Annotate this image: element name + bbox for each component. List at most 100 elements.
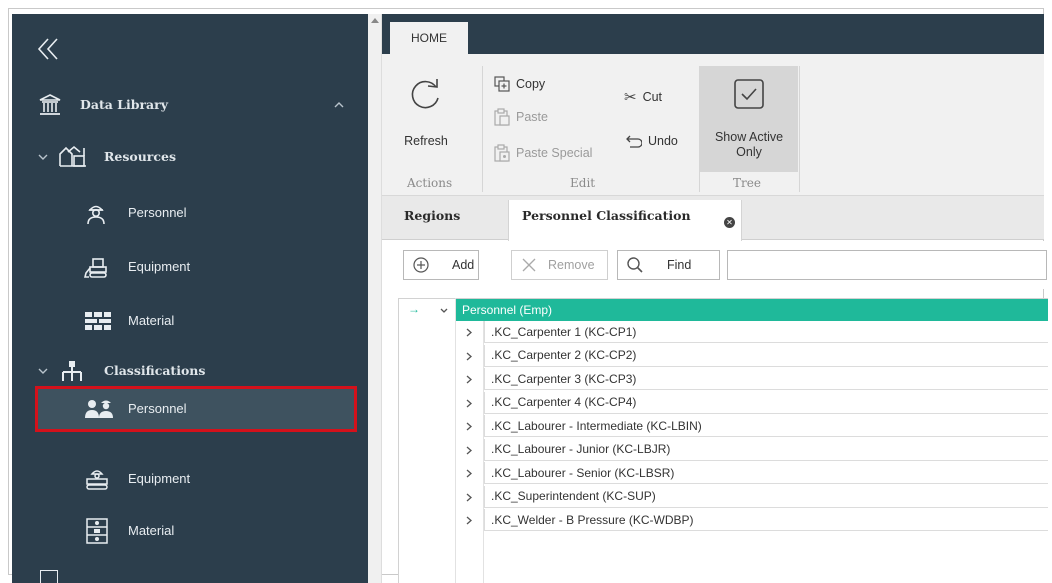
copy-label: Copy <box>516 77 546 91</box>
chevron-right-icon[interactable] <box>466 446 472 455</box>
tree-item-label: .KC_Superintendent (KC-SUP) <box>491 489 656 503</box>
tree-cell: .KC_Welder - B Pressure (KC-WDBP) <box>484 509 1048 531</box>
chevron-down-icon[interactable] <box>38 153 48 161</box>
chevron-right-icon[interactable] <box>466 493 472 502</box>
arrow-right-icon: → <box>408 302 420 316</box>
group-label-actions: Actions <box>407 176 453 190</box>
group-separator <box>482 66 483 192</box>
tree-cell: .KC_Labourer - Senior (KC-LBSR) <box>484 462 1048 484</box>
excavator-icon <box>84 258 107 278</box>
add-button[interactable]: Add <box>403 250 479 280</box>
tree-row[interactable]: .KC_Superintendent (KC-SUP) <box>398 485 1048 508</box>
show-active-line2: Only <box>736 145 762 159</box>
tab-regions[interactable]: Regions <box>404 208 460 223</box>
chevron-right-icon[interactable] <box>466 328 472 337</box>
show-active-line1: Show Active <box>714 130 784 144</box>
chevron-up-icon[interactable] <box>334 101 344 109</box>
tab-personnel-classification-label: Personnel Classification <box>522 208 691 223</box>
tree-item-label: .KC_Labourer - Senior (KC-LBSR) <box>491 465 675 480</box>
tree-row[interactable]: .KC_Labourer - Senior (KC-LBSR) <box>398 462 1048 484</box>
sidebar-group-label: Resources <box>104 149 176 164</box>
sidebar-group-label: Classifications <box>104 363 206 378</box>
chevron-right-icon[interactable] <box>466 469 472 478</box>
sidebar-item-resources-personnel[interactable]: Personnel <box>0 198 356 228</box>
chevron-down-icon[interactable] <box>440 308 448 314</box>
sidebar-group-classifications[interactable]: Classifications <box>0 356 356 386</box>
sidebar-item-label: Personnel <box>128 401 187 416</box>
tree-row[interactable]: .KC_Carpenter 4 (KC-CP4) <box>398 391 1048 414</box>
sidebar-group-resources[interactable]: Resources <box>0 142 356 172</box>
copy-button[interactable]: Copy <box>494 76 545 92</box>
tree-row[interactable]: .KC_Labourer - Intermediate (KC-LBIN) <box>398 415 1048 437</box>
tree-item-label: .KC_Labourer - Junior (KC-LBJR) <box>491 442 671 456</box>
chevron-right-icon[interactable] <box>466 399 472 408</box>
tree-row[interactable]: .KC_Carpenter 1 (KC-CP1) <box>398 321 1048 343</box>
refresh-icon[interactable] <box>408 78 442 112</box>
tree-cell: .KC_Labourer - Intermediate (KC-LBIN) <box>484 415 1048 437</box>
personnel-group-icon <box>85 400 113 418</box>
chevron-right-icon[interactable] <box>466 352 472 361</box>
paste-special-button[interactable]: Paste Special <box>494 144 592 162</box>
tree-row-root[interactable]: → Personnel (Emp) <box>398 299 1048 321</box>
chevron-right-icon[interactable] <box>466 516 472 525</box>
resources-icon <box>59 145 86 167</box>
tab-home[interactable]: HOME <box>390 22 468 54</box>
sidebar-item-resources-equipment[interactable]: Equipment <box>0 252 356 282</box>
paste-label: Paste <box>516 110 548 124</box>
scroll-up-icon[interactable] <box>371 18 379 23</box>
add-label: Add <box>452 258 475 272</box>
refresh-button[interactable]: Refresh <box>400 134 452 148</box>
sidebar-item-label: Material <box>128 523 175 538</box>
bricks-icon <box>85 312 111 330</box>
sidebar-item-label: Personnel <box>128 205 187 220</box>
group-label-tree: Tree <box>733 176 761 190</box>
chevron-down-icon[interactable] <box>38 367 48 375</box>
tree-item-label: .KC_Carpenter 1 (KC-CP1) <box>491 324 637 339</box>
tree-row[interactable]: .KC_Carpenter 2 (KC-CP2) <box>398 344 1048 367</box>
find-button[interactable]: Find <box>617 250 720 280</box>
worker-icon <box>87 205 105 225</box>
x-icon <box>522 258 536 272</box>
tree-row[interactable]: .KC_Carpenter 3 (KC-CP3) <box>398 368 1048 390</box>
paste-special-icon <box>494 144 510 162</box>
machinery-icon <box>86 470 108 490</box>
tree-cell: .KC_Superintendent (KC-SUP) <box>484 485 1048 508</box>
sidebar-scrollbar[interactable] <box>368 14 382 583</box>
paste-button[interactable]: Paste <box>494 108 548 126</box>
copy-icon <box>494 76 510 92</box>
close-tab-icon[interactable]: ✕ <box>724 217 735 228</box>
cut-button[interactable]: ✂ Cut <box>624 88 662 106</box>
paste-icon <box>494 108 510 126</box>
sidebar-item-resources-material[interactable]: Material <box>0 306 356 336</box>
tree-item-label: .KC_Labourer - Intermediate (KC-LBIN) <box>491 418 702 433</box>
sidebar-section-data-library[interactable]: Data Library <box>0 90 356 120</box>
tree-cell: .KC_Carpenter 3 (KC-CP3) <box>484 368 1048 390</box>
remove-button[interactable]: Remove <box>511 250 608 280</box>
tree-cell: .KC_Carpenter 4 (KC-CP4) <box>484 391 1048 414</box>
library-icon <box>39 94 61 115</box>
paste-special-label: Paste Special <box>516 146 593 160</box>
sidebar-item-label: Equipment <box>128 259 191 274</box>
undo-label: Undo <box>648 134 678 148</box>
undo-button[interactable]: Undo <box>624 134 678 148</box>
search-icon <box>627 257 643 273</box>
tree-row[interactable]: .KC_Labourer - Junior (KC-LBJR) <box>398 438 1048 461</box>
tree-item-label: .KC_Carpenter 3 (KC-CP3) <box>491 371 637 386</box>
search-input[interactable] <box>727 250 1047 280</box>
sidebar-item-classifications-material[interactable]: Material <box>0 516 356 546</box>
show-active-only-label: Show Active Only <box>702 130 796 160</box>
remove-label: Remove <box>548 258 595 272</box>
checkbox-checked-icon <box>734 79 764 109</box>
tree-root-label: Personnel (Emp) <box>462 303 553 317</box>
scissors-icon: ✂ <box>624 89 637 106</box>
tree-cell: .KC_Labourer - Junior (KC-LBJR) <box>484 438 1048 461</box>
tree-item-label: .KC_Carpenter 2 (KC-CP2) <box>491 348 637 362</box>
chevron-right-icon[interactable] <box>466 375 472 384</box>
sidebar-item-classifications-personnel[interactable]: Personnel <box>0 394 356 424</box>
chevron-right-icon[interactable] <box>466 422 472 431</box>
tree-row[interactable]: .KC_Welder - B Pressure (KC-WDBP) <box>398 509 1048 531</box>
sidebar-item-classifications-equipment[interactable]: Equipment <box>0 464 356 494</box>
collapse-sidebar-icon[interactable] <box>36 36 62 62</box>
group-label-edit: Edit <box>570 176 596 190</box>
find-label: Find <box>667 258 692 272</box>
